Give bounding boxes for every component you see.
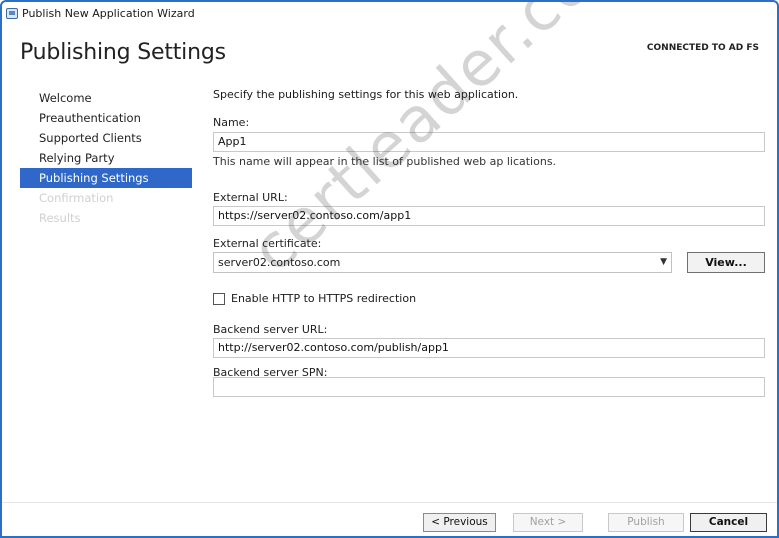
nav-step-supported-clients[interactable]: Supported Clients	[20, 128, 192, 148]
http-redirect-option[interactable]: Enable HTTP to HTTPS redirection	[213, 292, 416, 305]
backend-spn-input[interactable]	[213, 377, 765, 397]
intro-text: Specify the publishing settings for this…	[213, 88, 519, 101]
external-url-input[interactable]: https://server02.contoso.com/app1	[213, 206, 765, 226]
wizard-steps-nav: Welcome Preauthentication Supported Clie…	[20, 88, 192, 228]
title-bar: Publish New Application Wizard	[2, 2, 777, 24]
chevron-down-icon[interactable]: ▼	[660, 253, 667, 272]
cancel-button[interactable]: Cancel	[690, 513, 767, 532]
nav-step-publishing-settings[interactable]: Publishing Settings	[20, 168, 192, 188]
page-title: Publishing Settings	[20, 40, 226, 65]
publish-button: Publish	[608, 513, 684, 532]
external-certificate-label: External certificate:	[213, 237, 322, 250]
view-certificate-button[interactable]: View...	[687, 252, 765, 273]
wizard-window: Publish New Application Wizard Publishin…	[0, 0, 779, 538]
window-title: Publish New Application Wizard	[22, 6, 195, 20]
external-url-label: External URL:	[213, 191, 288, 204]
nav-step-preauthentication[interactable]: Preauthentication	[20, 108, 192, 128]
previous-button[interactable]: < Previous	[423, 513, 496, 532]
footer-divider	[2, 502, 777, 503]
wizard-window-icon	[6, 7, 18, 19]
nav-step-welcome[interactable]: Welcome	[20, 88, 192, 108]
backend-url-input[interactable]: http://server02.contoso.com/publish/app1	[213, 338, 765, 358]
nav-step-relying-party[interactable]: Relying Party	[20, 148, 192, 168]
http-redirect-label: Enable HTTP to HTTPS redirection	[231, 292, 417, 305]
external-certificate-select[interactable]: server02.contoso.com ▼	[213, 252, 672, 273]
http-redirect-checkbox[interactable]	[213, 292, 225, 305]
name-hint: This name will appear in the list of pub…	[213, 155, 557, 168]
external-certificate-value: server02.contoso.com	[218, 256, 341, 269]
name-input[interactable]: App1	[213, 132, 765, 152]
name-label: Name:	[213, 116, 250, 129]
next-button: Next >	[513, 513, 583, 532]
nav-step-results: Results	[39, 211, 81, 225]
connection-status: CONNECTED TO AD FS	[646, 43, 759, 53]
nav-step-confirmation: Confirmation	[39, 191, 114, 205]
backend-url-label: Backend server URL:	[213, 323, 328, 336]
